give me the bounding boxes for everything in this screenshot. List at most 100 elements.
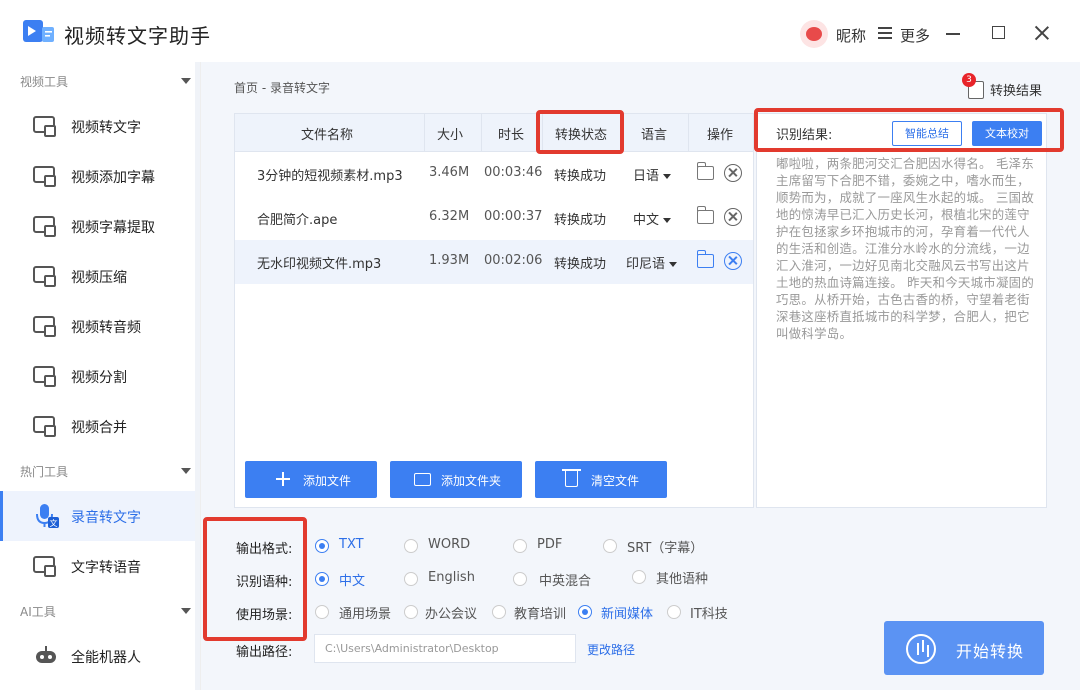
option-english[interactable]: English <box>428 570 475 585</box>
smart-summary-button[interactable]: 智能总结 <box>892 121 962 146</box>
add-folder-button[interactable]: 添加文件夹 <box>390 461 522 498</box>
output-path-input[interactable]: C:\Users\Administrator\Desktop <box>314 634 576 663</box>
file-duration: 00:03:46 <box>484 165 543 180</box>
add-file-button[interactable]: 添加文件 <box>245 461 377 498</box>
file-duration: 00:02:06 <box>484 253 543 268</box>
radio-scene-it[interactable] <box>667 605 681 619</box>
section-hot-tools[interactable]: 热门工具 <box>0 456 195 486</box>
clear-files-button[interactable]: 清空文件 <box>535 461 667 498</box>
sidebar-scrollbar[interactable] <box>195 62 200 690</box>
result-text[interactable]: 嘟啦啦，两条肥河交汇合肥因水得名。 毛泽东主席留写下合肥不错，委婉之中，嗜水而生… <box>776 155 1038 342</box>
change-path-link[interactable]: 更改路径 <box>587 641 635 658</box>
file-status: 转换成功 <box>554 169 607 184</box>
file-duration: 00:00:37 <box>484 209 543 224</box>
table-header: 文件名称 大小 时长 转换状态 语言 操作 <box>235 114 753 152</box>
sidebar: 视频工具 视频转文字 视频添加字幕 视频字幕提取 视频压缩 视频转音频 视频分割… <box>0 62 201 690</box>
option-it[interactable]: IT科技 <box>690 603 728 622</box>
radio-format-word[interactable] <box>404 539 418 553</box>
file-size: 6.32M <box>429 209 470 224</box>
radio-format-txt[interactable] <box>315 539 329 553</box>
sidebar-item-audio-to-text[interactable]: 文 录音转文字 <box>0 491 195 541</box>
option-word[interactable]: WORD <box>428 537 470 552</box>
table-row-selected[interactable]: 无水印视频文件.mp3 1.93M 00:02:06 转换成功 印尼语 <box>235 240 753 284</box>
nickname-label[interactable]: 昵称 <box>836 25 866 46</box>
dropdown-arrow-icon <box>663 218 672 223</box>
radio-lang-chinese[interactable] <box>315 572 329 586</box>
radio-scene-meeting[interactable] <box>404 605 418 619</box>
breadcrumb[interactable]: 首页 - 录音转文字 <box>234 79 330 96</box>
sidebar-item-text-to-speech[interactable]: 文字转语音 <box>0 541 195 591</box>
col-header-language: 语言 <box>641 128 668 143</box>
video-text-icon <box>33 113 59 137</box>
result-panel: 识别结果: 智能总结 文本校对 嘟啦啦，两条肥河交汇合肥因水得名。 毛泽东主席留… <box>756 113 1047 508</box>
sidebar-item-label: 视频转音频 <box>71 320 141 336</box>
result-header: 识别结果: 智能总结 文本校对 <box>757 114 1046 152</box>
delete-icon[interactable] <box>724 208 742 226</box>
plus-icon <box>276 472 290 486</box>
user-avatar[interactable] <box>800 20 828 48</box>
radio-scene-news[interactable] <box>578 605 592 619</box>
section-video-tools[interactable]: 视频工具 <box>0 66 195 96</box>
option-other[interactable]: 其他语种 <box>656 568 708 587</box>
more-menu[interactable]: 更多 <box>900 25 930 46</box>
section-ai-tools[interactable]: AI工具 <box>0 596 195 626</box>
option-mixed[interactable]: 中英混合 <box>539 570 591 589</box>
radio-lang-english[interactable] <box>404 572 418 586</box>
col-header-status: 转换状态 <box>555 128 608 143</box>
video-merge-icon <box>33 413 59 437</box>
app-logo-icon <box>23 20 54 42</box>
language-value: 中文 <box>633 213 660 228</box>
radio-format-srt[interactable] <box>603 539 617 553</box>
text-proofread-button[interactable]: 文本校对 <box>972 121 1042 146</box>
radio-lang-mixed[interactable] <box>513 572 527 586</box>
radio-format-pdf[interactable] <box>513 539 527 553</box>
sidebar-item-video-merge[interactable]: 视频合并 <box>0 401 195 451</box>
delete-icon[interactable] <box>724 164 742 182</box>
table-row[interactable]: 合肥简介.ape 6.32M 00:00:37 转换成功 中文 <box>235 196 753 240</box>
delete-icon[interactable] <box>724 252 742 270</box>
file-list-panel: 文件名称 大小 时长 转换状态 语言 操作 3分钟的短视频素材.mp3 3.46… <box>234 113 754 508</box>
option-education[interactable]: 教育培训 <box>514 603 566 622</box>
option-txt[interactable]: TXT <box>339 537 364 552</box>
open-folder-icon[interactable] <box>696 162 714 180</box>
sidebar-item-subtitle-extract[interactable]: 视频字幕提取 <box>0 201 195 251</box>
sidebar-item-video-split[interactable]: 视频分割 <box>0 351 195 401</box>
table-row[interactable]: 3分钟的短视频素材.mp3 3.46M 00:03:46 转换成功 日语 <box>235 152 753 196</box>
robot-icon <box>36 646 56 663</box>
sidebar-item-video-compress[interactable]: 视频压缩 <box>0 251 195 301</box>
result-label: 识别结果: <box>776 128 833 143</box>
file-size: 3.46M <box>429 165 470 180</box>
sidebar-item-label: 视频字幕提取 <box>71 220 155 236</box>
radio-lang-other[interactable] <box>632 570 646 584</box>
option-chinese[interactable]: 中文 <box>339 570 365 589</box>
sidebar-item-video-to-text[interactable]: 视频转文字 <box>0 101 195 151</box>
output-path-label: 输出路径: <box>236 645 293 660</box>
video-subtitle-add-icon <box>33 163 59 187</box>
minimize-button[interactable] <box>946 33 960 35</box>
language-dropdown[interactable]: 中文 <box>633 209 672 228</box>
trash-icon <box>562 469 581 487</box>
conversion-results-link[interactable]: 3 转换结果 <box>962 73 1058 99</box>
option-pdf[interactable]: PDF <box>537 537 562 552</box>
sidebar-item-video-to-audio[interactable]: 视频转音频 <box>0 301 195 351</box>
option-general[interactable]: 通用场景 <box>339 603 391 622</box>
radio-scene-general[interactable] <box>315 605 329 619</box>
maximize-button[interactable] <box>992 26 1005 39</box>
sidebar-item-robot[interactable]: 全能机器人 <box>0 631 195 681</box>
language-dropdown[interactable]: 印尼语 <box>626 253 678 272</box>
sidebar-item-label: 视频合并 <box>71 420 127 436</box>
section-title: AI工具 <box>20 605 56 619</box>
text-speech-icon <box>33 553 59 577</box>
radio-scene-education[interactable] <box>492 605 506 619</box>
open-folder-icon[interactable] <box>696 250 714 268</box>
start-convert-button[interactable]: 开始转换 <box>884 621 1044 675</box>
open-folder-icon[interactable] <box>696 206 714 224</box>
sidebar-item-video-add-subtitle[interactable]: 视频添加字幕 <box>0 151 195 201</box>
option-meeting[interactable]: 办公会议 <box>425 603 477 622</box>
close-button[interactable] <box>1034 25 1050 41</box>
option-srt[interactable]: SRT（字幕） <box>627 537 703 556</box>
menu-icon[interactable] <box>878 27 892 39</box>
language-dropdown[interactable]: 日语 <box>633 165 672 184</box>
col-header-duration: 时长 <box>498 128 525 143</box>
option-news[interactable]: 新闻媒体 <box>601 603 653 622</box>
